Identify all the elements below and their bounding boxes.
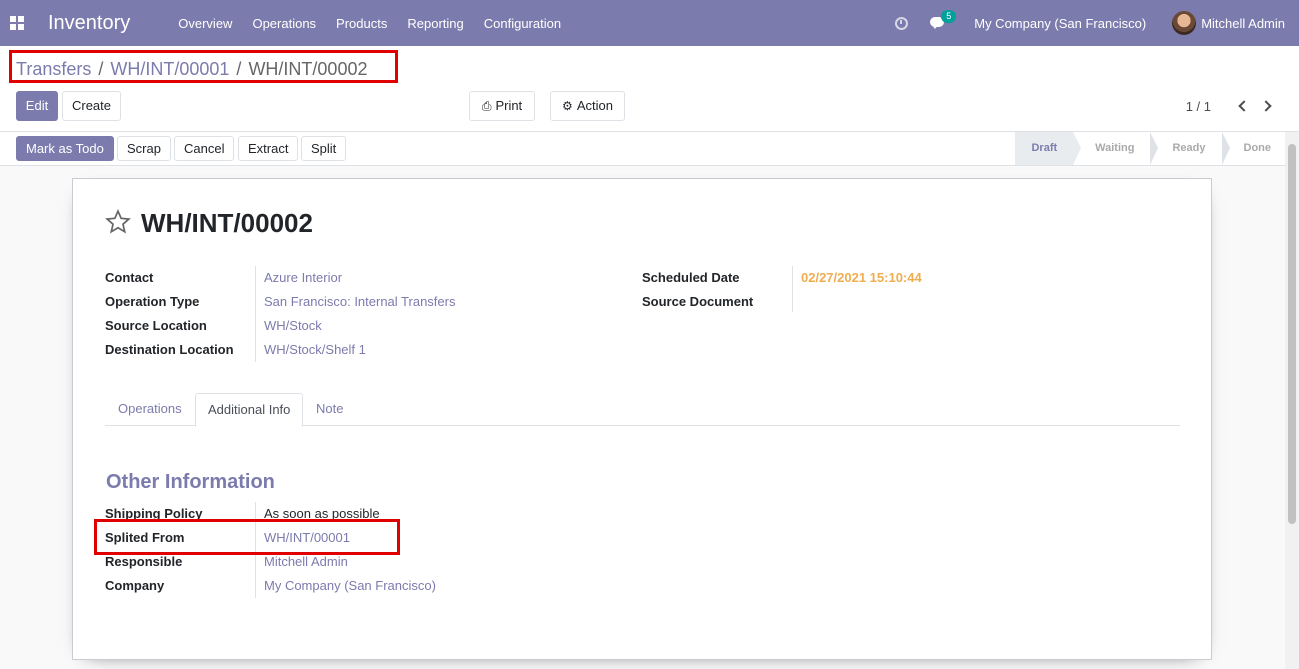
tab-note[interactable]: Note: [304, 393, 355, 426]
contact-value[interactable]: Azure Interior: [264, 270, 342, 285]
scrap-button[interactable]: Scrap: [117, 136, 171, 161]
tab-additional-info[interactable]: Additional Info: [195, 393, 304, 427]
menu-products[interactable]: Products: [336, 16, 387, 31]
top-navbar: Inventory Overview Operations Products R…: [0, 0, 1299, 46]
print-label: Print: [495, 98, 523, 113]
main-menu: Overview Operations Products Reporting C…: [178, 16, 581, 31]
operation-type-value[interactable]: San Francisco: Internal Transfers: [264, 294, 455, 309]
messages-count-badge: 5: [941, 10, 957, 23]
scheduled-date-label: Scheduled Date: [642, 270, 740, 285]
print-icon: ⎙: [481, 99, 492, 113]
tab-operations[interactable]: Operations: [106, 393, 194, 426]
destination-location-value[interactable]: WH/Stock/Shelf 1: [264, 342, 366, 357]
messages-chat-icon[interactable]: 5: [930, 10, 957, 29]
notebook-tabs: Operations Additional Info Note: [105, 393, 1180, 427]
contact-label: Contact: [105, 270, 154, 285]
form-statusbar: Mark as Todo Scrap Cancel Extract Split …: [0, 132, 1299, 166]
app-title[interactable]: Inventory: [48, 12, 130, 35]
stage-done[interactable]: Done: [1222, 132, 1288, 165]
activity-clock-icon[interactable]: [895, 16, 909, 30]
pager-next-button[interactable]: [1260, 96, 1275, 116]
scheduled-date-value[interactable]: 02/27/2021 15:10:44: [801, 270, 922, 285]
extract-button[interactable]: Extract: [238, 136, 299, 161]
vertical-scrollbar[interactable]: [1285, 132, 1299, 669]
breadcrumb-transfers[interactable]: Transfers: [16, 59, 91, 80]
action-button[interactable]: ⚙ Action: [550, 91, 625, 121]
scrollbar-thumb[interactable]: [1288, 144, 1296, 524]
breadcrumb-current: WH/INT/00002: [248, 59, 368, 79]
breadcrumb: Transfers / WH/INT/00001 / WH/INT/00002: [16, 59, 367, 80]
source-location-label: Source Location: [105, 318, 207, 333]
chevron-right-icon: [1260, 100, 1272, 112]
destination-location-label: Destination Location: [105, 342, 234, 357]
navbar-systray: 5 My Company (San Francisco) Mitchell Ad…: [895, 0, 1299, 46]
field-divider: [255, 502, 256, 598]
company-value[interactable]: My Company (San Francisco): [264, 578, 436, 593]
print-button[interactable]: ⎙ Print: [469, 91, 535, 121]
company-switcher[interactable]: My Company (San Francisco): [974, 16, 1146, 31]
create-button[interactable]: Create: [62, 91, 121, 121]
splited-from-label: Splited From: [105, 530, 185, 545]
breadcrumb-parent[interactable]: WH/INT/00001: [110, 59, 229, 80]
split-button[interactable]: Split: [301, 136, 347, 161]
stage-ready[interactable]: Ready: [1150, 132, 1230, 165]
field-divider: [255, 266, 256, 362]
action-label: Action: [576, 98, 613, 113]
cancel-button[interactable]: Cancel: [174, 136, 235, 161]
user-avatar[interactable]: [1172, 11, 1197, 35]
stage-pipeline: Draft Waiting Ready Done: [1015, 132, 1287, 165]
other-information-title: Other Information: [106, 471, 275, 493]
record-title: WH/INT/00002: [141, 208, 313, 238]
gear-icon: ⚙: [562, 99, 573, 113]
responsible-value[interactable]: Mitchell Admin: [264, 554, 348, 569]
breadcrumb-separator: /: [98, 59, 104, 79]
menu-overview[interactable]: Overview: [178, 16, 232, 31]
mark-as-todo-button[interactable]: Mark as Todo: [16, 136, 114, 161]
stage-waiting[interactable]: Waiting: [1073, 132, 1159, 165]
form-sheet: WH/INT/00002 Contact Azure Interior Oper…: [72, 178, 1212, 660]
field-divider: [792, 266, 793, 312]
chevron-left-icon: [1238, 100, 1250, 112]
apps-menu-icon[interactable]: [10, 16, 24, 30]
stage-draft[interactable]: Draft: [1015, 132, 1081, 165]
menu-operations[interactable]: Operations: [252, 16, 316, 31]
user-menu[interactable]: Mitchell Admin: [1201, 16, 1285, 31]
menu-configuration[interactable]: Configuration: [484, 16, 561, 31]
responsible-label: Responsible: [105, 554, 183, 569]
breadcrumb-separator: /: [236, 59, 242, 79]
control-panel: Transfers / WH/INT/00001 / WH/INT/00002 …: [0, 46, 1299, 132]
edit-button[interactable]: Edit: [16, 91, 58, 121]
favorite-star-icon[interactable]: [105, 209, 131, 235]
menu-reporting[interactable]: Reporting: [407, 16, 463, 31]
shipping-policy-label: Shipping Policy: [105, 506, 203, 521]
source-document-label: Source Document: [642, 294, 754, 309]
shipping-policy-value[interactable]: As soon as possible: [264, 506, 380, 521]
pager-previous-button[interactable]: [1235, 96, 1250, 116]
pager-value[interactable]: 1 / 1: [1186, 99, 1211, 114]
operation-type-label: Operation Type: [105, 294, 200, 309]
source-location-value[interactable]: WH/Stock: [264, 318, 322, 333]
company-label: Company: [105, 578, 165, 593]
splited-from-value[interactable]: WH/INT/00001: [264, 530, 350, 545]
